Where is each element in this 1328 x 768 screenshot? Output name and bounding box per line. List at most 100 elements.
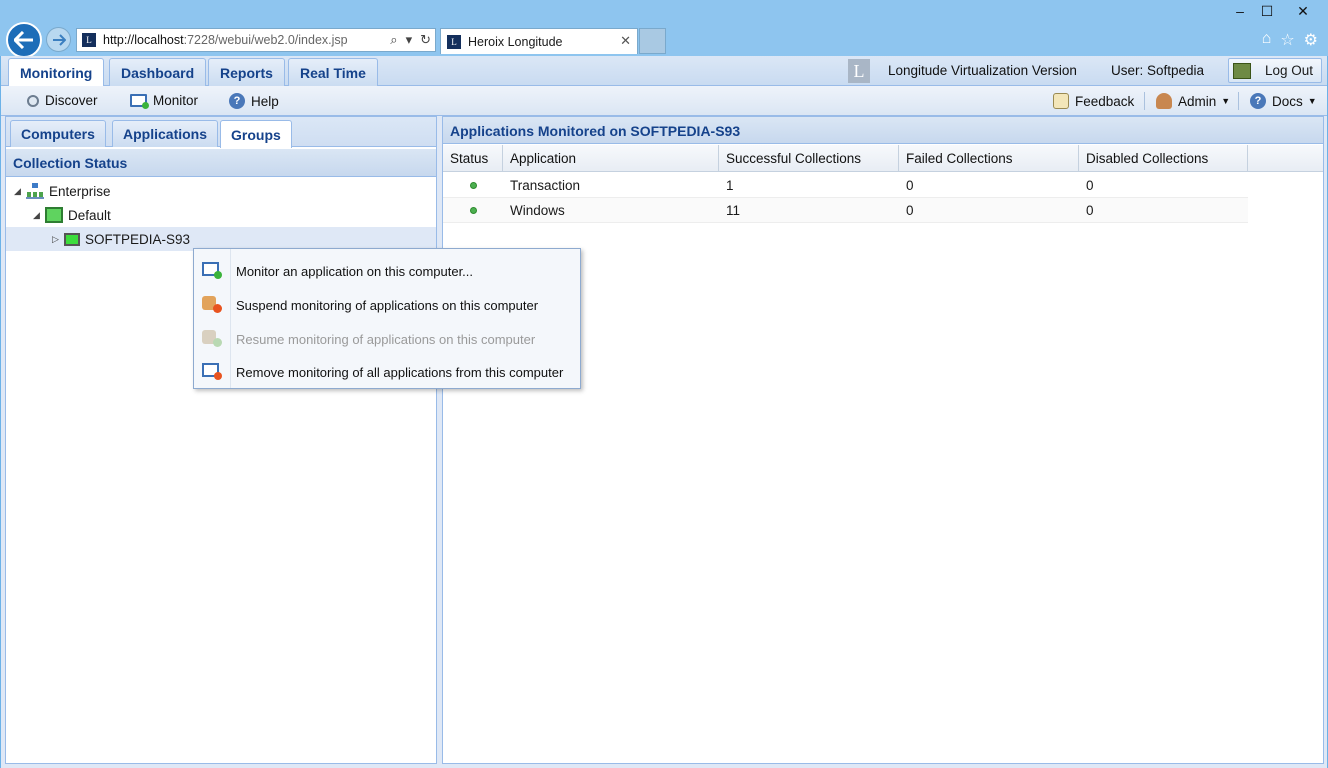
browser-tab[interactable]: L Heroix Longitude ✕ xyxy=(440,28,638,54)
cell-disabled: 0 xyxy=(1086,178,1094,193)
tab-real-time[interactable]: Real Time xyxy=(288,58,378,86)
browser-chrome: – ☐ ✕ L http://localhost:7228/webui/web2… xyxy=(0,0,1328,58)
docs-menu-button[interactable]: ? Docs ▼ xyxy=(1250,93,1317,109)
search-icon[interactable]: ⌕ xyxy=(390,32,397,48)
main-tab-bar: Monitoring Dashboard Reports Real Time L… xyxy=(1,56,1327,87)
left-tab-bar: Computers Applications Groups xyxy=(6,117,436,148)
column-header-application[interactable]: Application xyxy=(503,145,719,171)
collection-status-title: Collection Status xyxy=(6,149,436,177)
tab-computers[interactable]: Computers xyxy=(10,120,106,147)
logout-button[interactable]: Log Out xyxy=(1228,58,1322,83)
maximize-button[interactable]: ☐ xyxy=(1252,0,1282,22)
tab-favicon-icon: L xyxy=(446,33,462,50)
tab-title: Heroix Longitude xyxy=(468,34,563,49)
monitor-label: Monitor xyxy=(153,93,199,108)
logout-icon xyxy=(1233,62,1251,79)
minimize-button[interactable]: – xyxy=(1225,0,1255,22)
cell-successful: 1 xyxy=(726,178,734,193)
status-ok-icon xyxy=(470,207,477,214)
monitor-button[interactable]: Monitor xyxy=(130,93,199,109)
toolbar: Discover Monitor ? Help Feedback Admin ▼… xyxy=(1,86,1327,116)
tab-close-icon[interactable]: ✕ xyxy=(620,33,631,49)
column-header-status[interactable]: Status xyxy=(443,145,503,171)
cell-disabled: 0 xyxy=(1086,203,1094,218)
discover-label: Discover xyxy=(45,93,98,108)
tree-label: SOFTPEDIA-S93 xyxy=(85,231,191,247)
url-path: :7228/webui/web2.0/index.jsp xyxy=(183,33,348,47)
refresh-icon[interactable]: ↻ xyxy=(420,32,431,48)
help-button[interactable]: ? Help xyxy=(229,93,279,109)
tab-applications[interactable]: Applications xyxy=(112,120,219,147)
tab-monitoring[interactable]: Monitoring xyxy=(8,58,105,87)
feedback-label: Feedback xyxy=(1075,93,1135,109)
favorites-star-icon[interactable]: ☆ xyxy=(1280,30,1294,50)
forward-button[interactable] xyxy=(46,27,71,52)
admin-menu-button[interactable]: Admin ▼ xyxy=(1156,93,1230,109)
menu-item-label: Resume monitoring of applications on thi… xyxy=(236,331,536,347)
status-ok-icon xyxy=(470,182,477,189)
cell-application: Windows xyxy=(510,203,565,218)
menu-item-label: Remove monitoring of all applications fr… xyxy=(236,364,564,380)
dropdown-icon[interactable]: ▾ xyxy=(406,32,413,48)
cell-application: Transaction xyxy=(510,178,581,193)
tab-groups[interactable]: Groups xyxy=(220,120,292,148)
longitude-logo: L xyxy=(848,59,870,83)
group-icon xyxy=(45,207,63,223)
toolbar-separator xyxy=(1144,92,1145,110)
right-panel: Applications Monitored on SOFTPEDIA-S93 … xyxy=(442,116,1324,764)
address-bar[interactable]: L http://localhost:7228/webui/web2.0/ind… xyxy=(76,28,436,52)
toolbar-separator xyxy=(1238,92,1239,110)
context-menu: Monitor an application on this computer.… xyxy=(193,248,581,389)
menu-item-label: Suspend monitoring of applications on th… xyxy=(236,297,539,313)
feedback-button[interactable]: Feedback xyxy=(1053,93,1134,109)
menu-item-remove-monitoring[interactable]: Remove monitoring of all applications fr… xyxy=(194,356,580,388)
monitor-icon xyxy=(130,94,149,109)
new-tab-button[interactable] xyxy=(639,28,666,54)
left-panel: Computers Applications Groups Collection… xyxy=(5,116,437,764)
enterprise-icon xyxy=(26,183,44,199)
resume-icon xyxy=(202,330,222,347)
product-name: Longitude Virtualization Version xyxy=(888,63,1077,78)
close-window-button[interactable]: ✕ xyxy=(1280,0,1326,22)
tab-reports[interactable]: Reports xyxy=(208,58,285,86)
forward-arrow-icon xyxy=(52,33,66,46)
cell-failed: 0 xyxy=(906,203,914,218)
table-row[interactable]: Windows 11 0 0 xyxy=(443,198,1248,223)
url-host: http://localhost xyxy=(103,33,184,47)
remove-monitoring-icon xyxy=(202,363,222,380)
admin-label: Admin xyxy=(1178,93,1217,109)
logout-label: Log Out xyxy=(1265,63,1314,78)
docs-icon: ? xyxy=(1250,93,1266,109)
tree-label: Enterprise xyxy=(49,183,111,199)
column-header-failed[interactable]: Failed Collections xyxy=(899,145,1079,171)
help-label: Help xyxy=(251,93,279,109)
user-label: User: Softpedia xyxy=(1111,63,1205,78)
tree-node-default[interactable]: ◢ Default xyxy=(6,203,436,227)
feedback-icon xyxy=(1053,93,1069,109)
home-icon[interactable]: ⌂ xyxy=(1262,30,1272,50)
settings-gear-icon[interactable]: ⚙ xyxy=(1304,30,1318,50)
computer-icon xyxy=(64,232,80,246)
menu-item-label: Monitor an application on this computer.… xyxy=(236,263,474,279)
admin-user-icon xyxy=(1156,93,1172,109)
table-row[interactable]: Transaction 1 0 0 xyxy=(443,173,1248,198)
cell-failed: 0 xyxy=(906,178,914,193)
back-button[interactable] xyxy=(6,22,42,58)
suspend-icon xyxy=(202,296,222,313)
column-header-successful[interactable]: Successful Collections xyxy=(719,145,899,171)
back-arrow-icon xyxy=(14,31,33,49)
menu-item-monitor-application[interactable]: Monitor an application on this computer.… xyxy=(194,255,580,287)
tree-node-enterprise[interactable]: ◢ Enterprise xyxy=(6,179,436,203)
app-window: Monitoring Dashboard Reports Real Time L… xyxy=(1,56,1327,768)
applications-monitored-title: Applications Monitored on SOFTPEDIA-S93 xyxy=(443,117,1323,144)
menu-item-suspend-monitoring[interactable]: Suspend monitoring of applications on th… xyxy=(194,289,580,321)
collapsed-arrow-icon[interactable]: ▷ xyxy=(52,234,64,245)
expanded-arrow-icon[interactable]: ◢ xyxy=(33,210,45,221)
discover-button[interactable]: Discover xyxy=(27,93,98,108)
tab-dashboard[interactable]: Dashboard xyxy=(109,58,207,86)
help-icon: ? xyxy=(229,93,245,109)
expanded-arrow-icon[interactable]: ◢ xyxy=(14,186,26,197)
column-header-disabled[interactable]: Disabled Collections xyxy=(1079,145,1248,171)
grid-header: Status Application Successful Collection… xyxy=(443,145,1323,172)
chevron-down-icon: ▼ xyxy=(1221,96,1231,106)
